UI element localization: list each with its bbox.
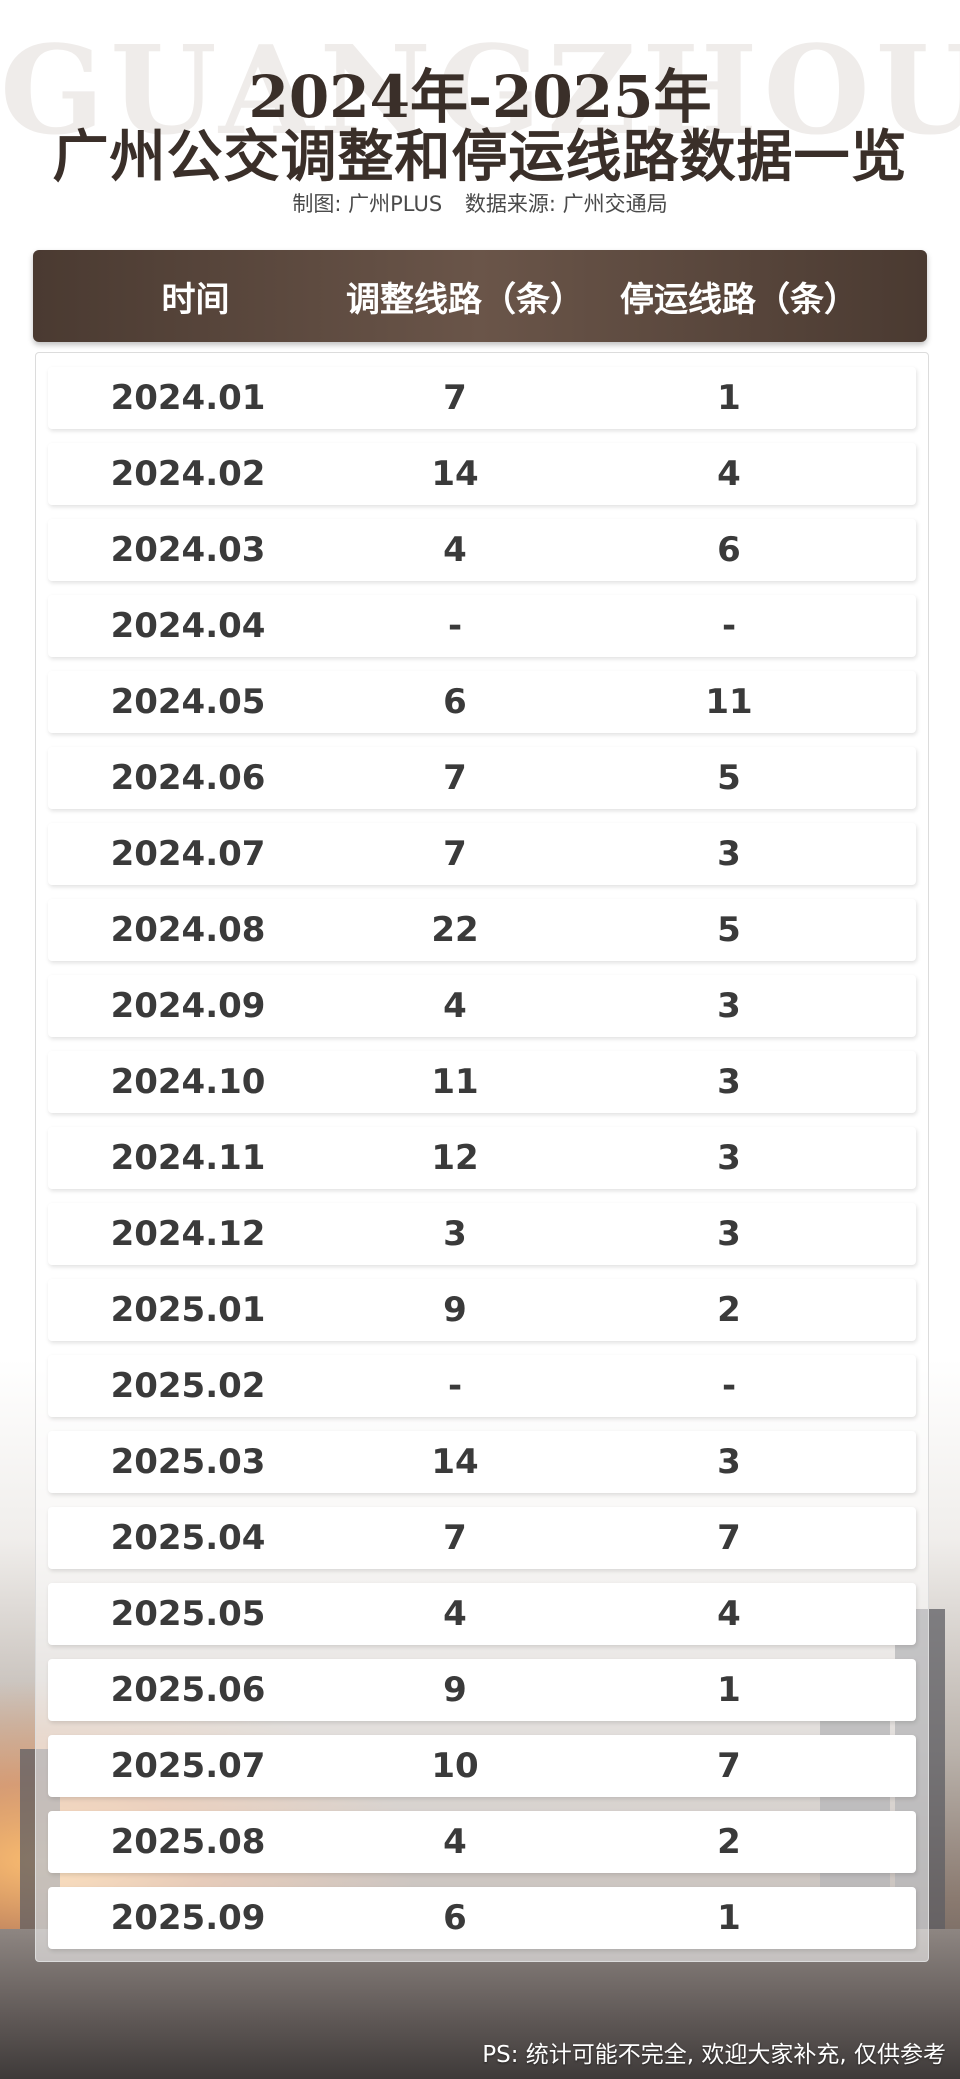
cell-adjusted: 4 [443,1822,467,1862]
cell-suspended: 1 [717,378,741,418]
cell-time: 2024.11 [110,1138,266,1178]
cell-adjusted: 4 [443,986,467,1026]
cell-adjusted: 7 [443,1518,467,1558]
cell-time: 2025.04 [110,1518,266,1558]
cell-time: 2025.03 [110,1442,266,1482]
cell-suspended: 1 [717,1898,741,1938]
cell-time: 2024.08 [110,910,266,950]
cell-suspended: 3 [717,1062,741,1102]
cell-suspended: - [721,1366,737,1406]
cell-adjusted: 7 [443,758,467,798]
cell-adjusted: 11 [431,1062,479,1102]
cell-time: 2025.01 [110,1290,266,1330]
cell-suspended: 1 [717,1670,741,1710]
cell-time: 2024.06 [110,758,266,798]
cell-time: 2025.09 [110,1898,266,1938]
footnote: PS: 统计可能不完全, 欢迎大家补充, 仅供参考 [482,2042,946,2068]
cell-time: 2025.06 [110,1670,266,1710]
cell-adjusted: 3 [443,1214,467,1254]
header-time: 时间 [161,279,230,320]
cell-adjusted: 9 [443,1290,467,1330]
cell-suspended: 6 [717,530,741,570]
cell-adjusted: - [447,606,463,646]
cell-suspended: 4 [717,1594,741,1634]
cell-adjusted: 4 [443,1594,467,1634]
cell-adjusted: 22 [431,910,479,950]
table-row: 2024.05 6 11 [48,671,916,733]
header-adjusted: 调整线路（条） [346,279,584,320]
cell-time: 2024.05 [110,682,266,722]
cell-adjusted: 14 [431,454,479,494]
page-title-line2: 广州公交调整和停运线路数据一览 [52,124,908,190]
table-row: 2024.09 4 3 [48,975,916,1037]
table-row: 2025.04 7 7 [48,1507,916,1569]
cell-suspended: 3 [717,1138,741,1178]
cell-adjusted: 7 [443,834,467,874]
table-row: 2024.06 7 5 [48,747,916,809]
table-row: 2024.12 3 3 [48,1203,916,1265]
table-row: 2025.01 9 2 [48,1279,916,1341]
table-row: 2024.08 22 5 [48,899,916,961]
cell-time: 2024.09 [110,986,266,1026]
cell-time: 2025.05 [110,1594,266,1634]
cell-adjusted: 6 [443,1898,467,1938]
table-row: 2024.10 11 3 [48,1051,916,1113]
cell-suspended: 3 [717,986,741,1026]
table-row: 2024.02 14 4 [48,443,916,505]
table-row: 2024.04 - - [48,595,916,657]
table-row: 2025.06 9 1 [48,1659,916,1721]
cell-suspended: 7 [717,1518,741,1558]
cell-suspended: 4 [717,454,741,494]
cell-suspended: 3 [717,1442,741,1482]
cell-adjusted: 10 [431,1746,479,1786]
cell-suspended: 11 [705,682,753,722]
cell-adjusted: 14 [431,1442,479,1482]
cell-suspended: 5 [717,758,741,798]
table-row: 2024.03 4 6 [48,519,916,581]
cell-time: 2024.01 [110,378,266,418]
maker-credit: 制图: 广州PLUS [292,192,443,216]
cell-suspended: 5 [717,910,741,950]
cell-time: 2024.03 [110,530,266,570]
source-credit: 数据来源: 广州交通局 [464,192,668,216]
cell-suspended: - [721,606,737,646]
cell-adjusted: 9 [443,1670,467,1710]
cell-time: 2024.12 [110,1214,266,1254]
cell-time: 2024.02 [110,454,266,494]
table-row: 2025.07 10 7 [48,1735,916,1797]
table-row: 2025.05 4 4 [48,1583,916,1645]
cell-suspended: 3 [717,834,741,874]
cell-time: 2025.02 [110,1366,266,1406]
cell-adjusted: 12 [431,1138,479,1178]
cell-time: 2024.04 [110,606,266,646]
cell-adjusted: 7 [443,378,467,418]
cell-adjusted: 6 [443,682,467,722]
table-row: 2025.08 4 2 [48,1811,916,1873]
table-row: 2025.09 6 1 [48,1887,916,1949]
table-row: 2024.07 7 3 [48,823,916,885]
cell-suspended: 2 [717,1290,741,1330]
cell-time: 2024.07 [110,834,266,874]
cell-time: 2025.08 [110,1822,266,1862]
cell-time: 2025.07 [110,1746,266,1786]
cell-adjusted: - [447,1366,463,1406]
credit-line: 制图: 广州PLUS 数据来源: 广州交通局 [0,188,960,218]
cell-suspended: 2 [717,1822,741,1862]
table-row: 2025.03 14 3 [48,1431,916,1493]
cell-adjusted: 4 [443,530,467,570]
cell-suspended: 3 [717,1214,741,1254]
table-row: 2024.11 12 3 [48,1127,916,1189]
header-suspended: 停运线路（条） [620,279,858,320]
table-row: 2024.01 7 1 [48,367,916,429]
cell-suspended: 7 [717,1746,741,1786]
table-row: 2025.02 - - [48,1355,916,1417]
table-header: 时间 调整线路（条） 停运线路（条） [33,250,927,342]
cell-time: 2024.10 [110,1062,266,1102]
